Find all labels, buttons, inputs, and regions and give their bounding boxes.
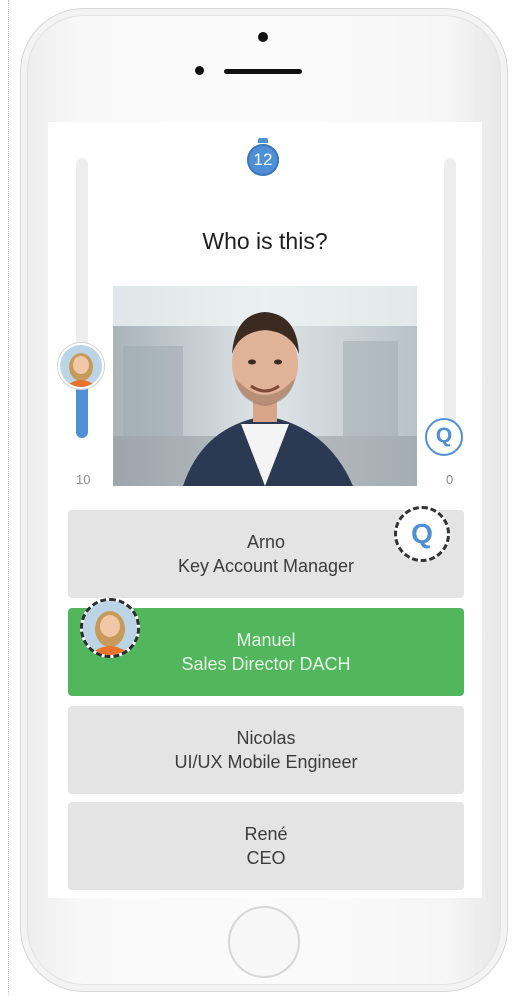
opponent-score-track: [444, 158, 456, 438]
answer-name: Arno: [246, 532, 286, 552]
answer-name: René: [244, 824, 288, 844]
timer-value: 12: [253, 150, 273, 169]
robot-choice-icon: Q: [394, 506, 450, 562]
earpiece-speaker: [224, 69, 302, 74]
player-score-track: [76, 158, 88, 438]
proximity-sensor: [195, 66, 204, 75]
answer-role: Sales Director DACH: [181, 654, 351, 674]
answer-option[interactable]: René CEO: [68, 802, 464, 890]
player-avatar: [58, 343, 104, 389]
player-choice-avatar: [80, 598, 140, 658]
front-camera: [258, 32, 268, 42]
answer-name: Manuel: [236, 630, 296, 650]
stopwatch-icon: 12: [247, 144, 279, 176]
opponent-score: 0: [446, 472, 454, 487]
player-score: 10: [76, 472, 91, 487]
robot-opponent-icon: Q: [425, 418, 463, 456]
person-photo: [113, 286, 417, 486]
stopwatch-icon-knob: [258, 138, 268, 143]
answer-role: UI/UX Mobile Engineer: [174, 752, 358, 772]
page-edge-guide: [8, 0, 9, 996]
question-text: Who is this?: [202, 228, 328, 254]
answer-name: Nicolas: [236, 728, 296, 748]
home-button[interactable]: [228, 906, 300, 978]
answer-option[interactable]: Nicolas UI/UX Mobile Engineer: [68, 706, 464, 794]
answer-role: CEO: [246, 848, 286, 868]
answer-role: Key Account Manager: [177, 556, 355, 576]
